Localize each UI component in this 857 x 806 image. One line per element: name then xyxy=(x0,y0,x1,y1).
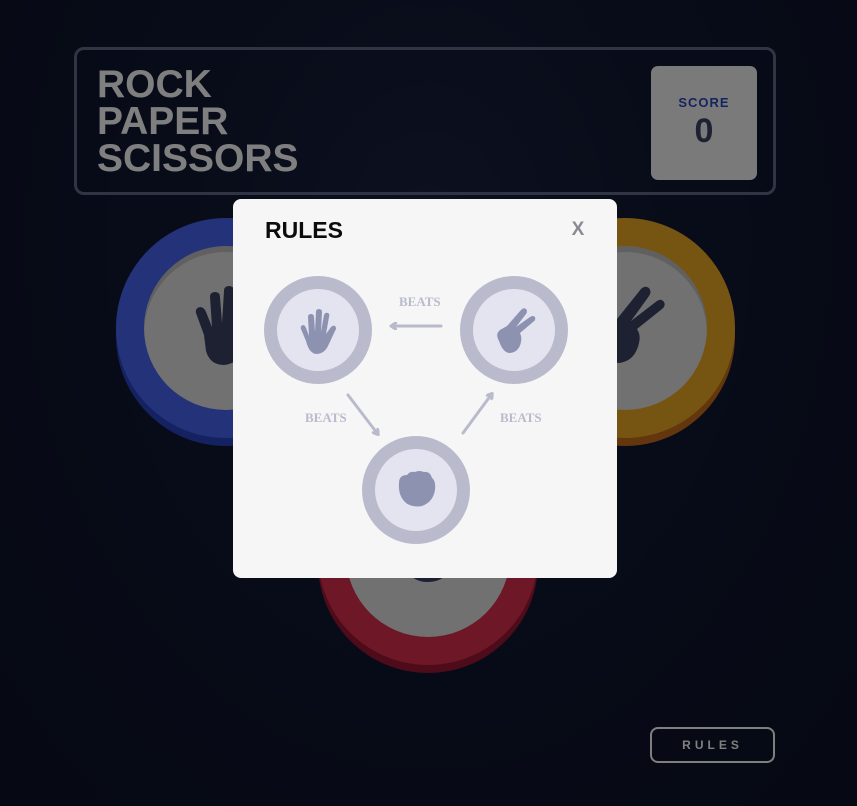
beats-label-left: BEATS xyxy=(305,410,347,425)
diagram-rock-icon xyxy=(398,471,436,507)
rules-diagram: BEATS BEATS BEATS xyxy=(264,276,568,544)
diagram-paper-circle xyxy=(264,276,372,384)
arrow-paper-to-rock xyxy=(346,393,377,433)
arrow-rock-to-scissors xyxy=(461,395,491,435)
rules-modal: RULES X BEATS BEATS BEATS xyxy=(233,199,617,578)
beats-label-top: BEATS xyxy=(399,294,441,309)
diagram-rock-circle xyxy=(362,436,470,544)
game-screen: ROCK PAPER SCISSORS SCORE 0 RULES RULES … xyxy=(0,0,857,806)
beats-label-right: BEATS xyxy=(500,410,542,425)
diagram-scissors-circle xyxy=(460,276,568,384)
